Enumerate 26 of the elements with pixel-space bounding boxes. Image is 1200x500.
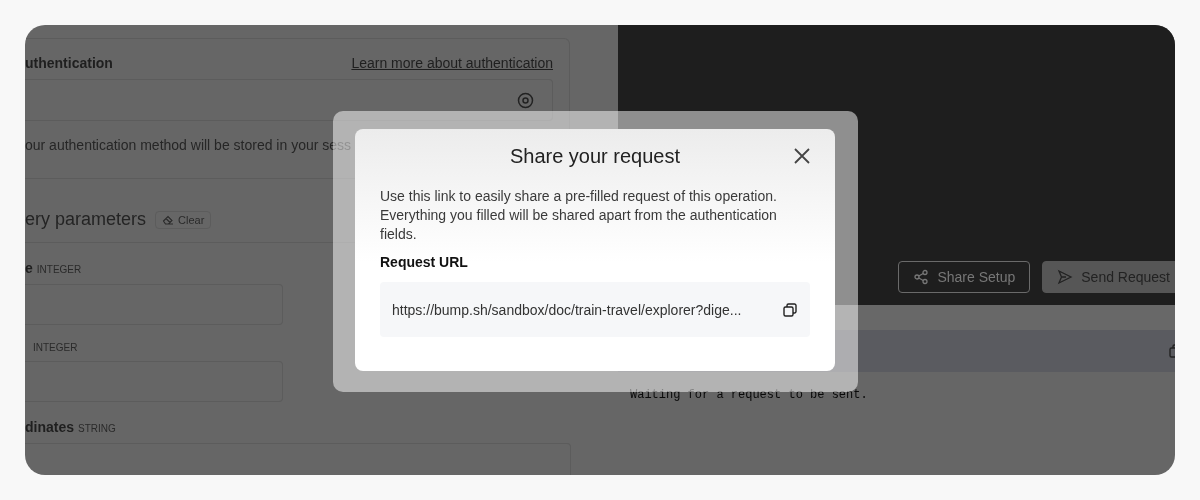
input-field[interactable] [25, 443, 571, 475]
learn-more-link[interactable]: Learn more about authentication [351, 55, 553, 71]
eye-icon[interactable] [517, 91, 534, 109]
helper-text: our authentication method will be stored in your sess [25, 137, 353, 153]
section-title: ery parameters [25, 209, 147, 230]
eraser-icon [162, 213, 175, 226]
dialog-title: Share your request [509, 145, 681, 168]
send-icon [1057, 269, 1074, 285]
input-field[interactable] [25, 361, 283, 402]
url-field[interactable]: https://bump.sh/sandbox/doc/train-travel/explorer?dige... [380, 282, 810, 337]
parameter-name: e [25, 260, 33, 276]
parameter-type: INTEGER [36, 264, 82, 275]
share-setup-button[interactable]: Share Setup [898, 261, 1031, 293]
parameter-type: STRING [78, 423, 116, 434]
parameter-type: INTEGER [33, 342, 78, 353]
field-label: Request URL [380, 254, 469, 270]
dialog-description: Use this link to easily share a pre-filled request of this operation. Everything you filled will be shared apart from the authentication fields. [380, 187, 778, 244]
parameter-name: dinates [25, 419, 74, 435]
clear-button[interactable]: Clear [155, 210, 212, 229]
response-message: Waiting for a request to be sent. [629, 387, 869, 402]
section-title: uthentication [25, 55, 113, 71]
url-text: https://bump.sh/sandbox/doc/train-travel/explorer?dige... [392, 301, 742, 318]
share-icon [913, 269, 930, 285]
input-field[interactable] [25, 284, 283, 325]
input-field[interactable] [25, 79, 553, 121]
close-button[interactable] [793, 147, 811, 165]
